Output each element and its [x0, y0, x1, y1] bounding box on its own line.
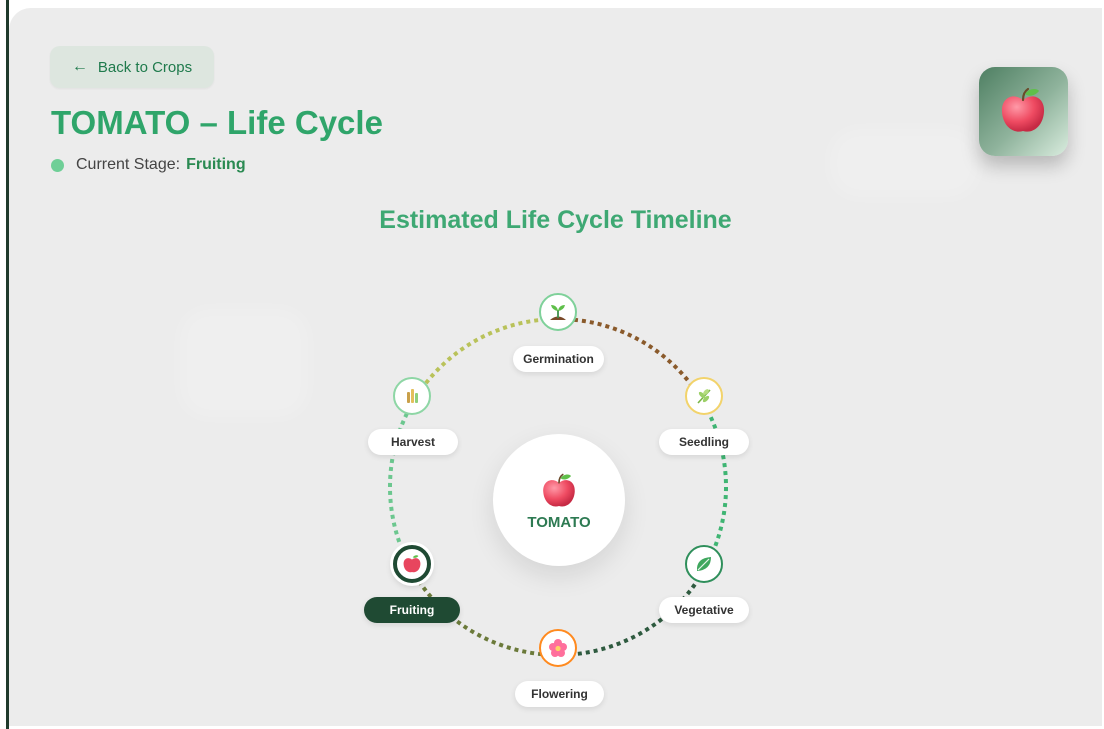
- stage-node-flowering[interactable]: [539, 629, 577, 667]
- stage-node-vegetative[interactable]: [685, 545, 723, 583]
- stage-label-germination[interactable]: Germination: [513, 346, 604, 372]
- stage-node-harvest[interactable]: [393, 377, 431, 415]
- stage-label-harvest[interactable]: Harvest: [368, 429, 458, 455]
- stage-label-flowering[interactable]: Flowering: [515, 681, 604, 707]
- seedling-icon: [697, 389, 711, 404]
- apple-icon: [543, 473, 575, 507]
- fruit-icon: [403, 555, 421, 573]
- stage-label-fruiting[interactable]: Fruiting: [364, 597, 460, 623]
- flower-icon: [549, 639, 567, 657]
- stage-label-vegetative[interactable]: Vegetative: [659, 597, 749, 623]
- crop-lifecycle-panel: ← Back to Crops TOMATO – Life Cycle Curr…: [9, 8, 1102, 726]
- stage-label-seedling[interactable]: Seedling: [659, 429, 749, 455]
- center-crop-disc: TOMATO: [493, 434, 625, 566]
- stage-node-germination[interactable]: [539, 293, 577, 331]
- leaf-icon: [696, 557, 711, 571]
- stage-node-seedling[interactable]: [685, 377, 723, 415]
- window-edge: [0, 0, 9, 729]
- sprout-icon: [550, 305, 566, 320]
- center-crop-label: TOMATO: [527, 514, 591, 531]
- wheat-icon: [407, 389, 418, 403]
- stage-node-fruiting[interactable]: [393, 545, 431, 583]
